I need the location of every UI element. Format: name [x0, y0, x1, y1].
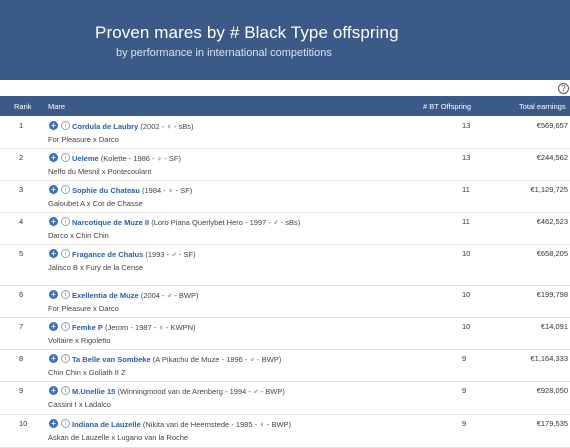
expand-plus-icon[interactable]: +	[49, 185, 58, 194]
mare-pedigree: Nelfo du Mesnil x Pontecoulant	[48, 167, 152, 176]
expand-plus-icon[interactable]: +	[49, 322, 58, 331]
bt-offspring-cell: 11	[462, 217, 470, 226]
mare-details: (A Pikachu de Muze - 1996 - ♂ - BWP)	[152, 355, 282, 364]
banner: Proven mares by # Black Type offspring b…	[0, 0, 570, 80]
total-earnings-cell: €179,535	[536, 419, 568, 428]
help-icon[interactable]: ?	[558, 83, 569, 94]
page-subtitle: by performance in international competit…	[116, 47, 332, 59]
mare-details: (2002 - ♀ - sBs)	[140, 122, 194, 131]
column-header-bt-offspring[interactable]: # BT Offspring	[423, 102, 471, 111]
bt-offspring-cell: 13	[462, 153, 471, 162]
mare-pedigree: Cassini I x Ladalco	[48, 400, 111, 409]
total-earnings-cell: €14,091	[540, 322, 568, 331]
rank-cell: 6	[19, 290, 24, 299]
rank-cell: 9	[19, 386, 24, 395]
total-earnings-cell: €658,205	[536, 249, 568, 258]
mare-name-link[interactable]: Indiana de Lauzelle	[72, 420, 141, 429]
mare-pedigree: Chin Chin x Goliath II Z	[48, 368, 126, 377]
info-icon[interactable]: i	[61, 249, 70, 258]
total-earnings-cell: €244,562	[536, 153, 568, 162]
info-icon[interactable]: i	[61, 217, 70, 226]
bt-offspring-cell: 13	[462, 121, 471, 130]
rank-cell: 7	[19, 322, 24, 331]
bt-offspring-cell: 9	[462, 386, 467, 395]
table-row: 5 + i Fragance de Chalus (1993 - ♂ - SF) Jal…	[0, 245, 570, 286]
rank-cell: 10	[19, 419, 28, 428]
table-row: 7 + i Femke P (Jerom - 1987 - ♀ - KWPN) Volt…	[0, 318, 570, 350]
table-row: 9 + i M.Unellie 15 (Winningmood van de Aren…	[0, 382, 570, 415]
expand-plus-icon[interactable]: +	[49, 153, 58, 162]
bt-offspring-cell: 10	[462, 249, 471, 258]
bt-offspring-cell: 9	[462, 354, 467, 363]
page-title: Proven mares by # Black Type offspring	[95, 23, 399, 42]
mare-name-link[interactable]: Femke P	[72, 323, 103, 332]
table-row: 8 + i Ta Belle van Sombeke (A Pikachu de Mu…	[0, 350, 570, 382]
expand-plus-icon[interactable]: +	[49, 121, 58, 130]
total-earnings-cell: €569,657	[536, 121, 568, 130]
mare-details: (Nikita van de Heemstede - 1985 - ♀ - BW…	[142, 420, 292, 429]
column-header-mare[interactable]: Mare	[48, 102, 65, 111]
mare-details: (1993 - ♂ - SF)	[145, 250, 196, 259]
table-row: 2 + i Ueleme (Kolette - 1986 - ♀ - SF) Nelfo…	[0, 149, 570, 181]
bt-offspring-cell: 9	[462, 419, 467, 428]
expand-plus-icon[interactable]: +	[49, 217, 58, 226]
mare-pedigree: Voltaire x Rigoletto	[48, 336, 111, 345]
mare-details: (Kolette - 1986 - ♀ - SF)	[100, 154, 182, 163]
bt-offspring-cell: 10	[462, 290, 471, 299]
info-icon[interactable]: i	[61, 185, 70, 194]
mare-details: (Winningmood van de Arenberg - 1994 - ♂ …	[117, 387, 285, 396]
rank-cell: 3	[19, 185, 24, 194]
info-icon[interactable]: i	[61, 153, 70, 162]
bt-offspring-cell: 11	[462, 185, 470, 194]
mare-name-link[interactable]: Cordula de Laubry	[72, 122, 138, 131]
rank-cell: 2	[19, 153, 24, 162]
column-header-rank[interactable]: Rank	[14, 102, 32, 111]
total-earnings-cell: €928,050	[536, 386, 568, 395]
mare-pedigree: Jalisco B x Fury de la Cense	[48, 263, 144, 272]
table-row: 1 + i Cordula de Laubry (2002 - ♀ - sBs) For…	[0, 117, 570, 149]
info-icon[interactable]: i	[61, 290, 70, 299]
table-row: 10 + i Indiana de Lauzelle (Nikita van de H…	[0, 415, 570, 448]
expand-plus-icon[interactable]: +	[49, 386, 58, 395]
total-earnings-cell: €1,164,333	[530, 354, 568, 363]
mare-name-link[interactable]: Ta Belle van Sombeke	[72, 355, 151, 364]
mare-details: (2004 - ♂ - BWP)	[140, 291, 199, 300]
mare-pedigree: Askan de Lauzelle x Lugano van la Roche	[48, 433, 189, 442]
mare-name-link[interactable]: M.Unellie 15	[72, 387, 115, 396]
mare-pedigree: For Pleasure x Darco	[48, 135, 119, 144]
mare-name-link[interactable]: Exellentia de Muze	[72, 291, 139, 300]
rank-cell: 5	[19, 249, 24, 258]
rank-cell: 4	[19, 217, 24, 226]
mare-name-link[interactable]: Sophie du Chateau	[72, 186, 140, 195]
column-header-total-earnings[interactable]: Total earnings	[519, 102, 566, 111]
mare-pedigree: Galoubet A x Cor de Chasse	[48, 199, 143, 208]
table-row: 6 + i Exellentia de Muze (2004 - ♂ - BWP) Fo…	[0, 286, 570, 318]
rank-cell: 8	[19, 354, 24, 363]
rank-cell: 1	[19, 121, 24, 130]
expand-plus-icon[interactable]: +	[49, 290, 58, 299]
info-icon[interactable]: i	[61, 386, 70, 395]
info-icon[interactable]: i	[61, 354, 70, 363]
bt-offspring-cell: 10	[462, 322, 471, 331]
expand-plus-icon[interactable]: +	[49, 249, 58, 258]
info-icon[interactable]: i	[61, 322, 70, 331]
expand-plus-icon[interactable]: +	[49, 419, 58, 428]
total-earnings-cell: €1,129,725	[530, 185, 568, 194]
mare-details: (Jerom - 1987 - ♀ - KWPN)	[104, 323, 196, 332]
mare-details: (1984 - ♀ - SF)	[142, 186, 193, 195]
mare-pedigree: Darco x Chin Chin	[48, 231, 109, 240]
mare-name-link[interactable]: Fragance de Chalus	[72, 250, 143, 259]
info-icon[interactable]: i	[61, 121, 70, 130]
expand-plus-icon[interactable]: +	[49, 354, 58, 363]
mare-name-link[interactable]: Ueleme	[72, 154, 99, 163]
info-icon[interactable]: i	[61, 419, 70, 428]
mare-name-link[interactable]: Narcotique de Muze II	[72, 218, 149, 227]
total-earnings-cell: €199,798	[536, 290, 568, 299]
mare-details: (Loro Piana Querlybet Hero - 1997 - ♂ - …	[151, 218, 301, 227]
table-row: 3 + i Sophie du Chateau (1984 - ♀ - SF) Galo…	[0, 181, 570, 213]
mare-pedigree: For Pleasure x Darco	[48, 304, 119, 313]
table-row: 4 + i Narcotique de Muze II (Loro Piana Que…	[0, 213, 570, 245]
table-header: Rank Mare # BT Offspring Total earnings	[0, 96, 570, 116]
total-earnings-cell: €462,523	[536, 217, 568, 226]
